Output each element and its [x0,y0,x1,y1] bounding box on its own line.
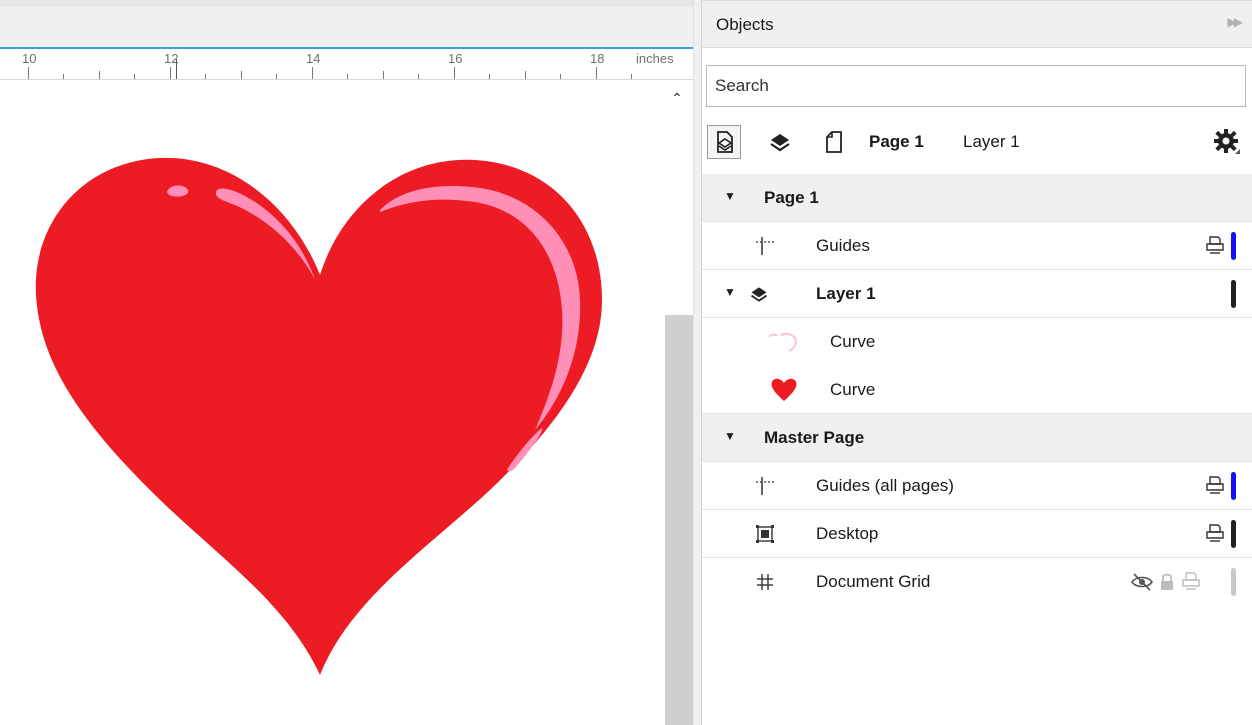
ruler-tick [63,74,64,79]
expand-panel-icon[interactable]: ▶▶ [1228,15,1244,29]
ruler-header [0,7,693,49]
tree-item-label: Curve [830,380,876,399]
guides-icon [752,233,778,259]
ruler-tick [170,67,171,79]
tree-item-guides[interactable]: Guides [702,222,1252,270]
current-layer-label: Layer 1 [963,132,1020,151]
options-button[interactable] [1210,125,1244,159]
ruler-tick [28,67,29,79]
cursor-marker [176,59,177,79]
printer-icon[interactable] [1204,234,1226,256]
ruler-label: 18 [590,51,605,66]
page-layers-icon [717,131,733,153]
canvas-top-strip [0,0,693,7]
tree-item-document-grid[interactable]: Document Grid [702,558,1252,606]
ruler-tick [134,74,135,79]
color-indicator [1231,232,1236,260]
ruler-label: 14 [306,51,321,66]
lock-icon[interactable] [1158,571,1176,593]
search-box[interactable] [706,65,1246,107]
ruler-tick [596,67,597,79]
ruler-tick [631,74,632,79]
tree-item-curve[interactable]: Curve [702,366,1252,414]
current-page-label: Page 1 [869,132,924,151]
tree-item-label: Guides [816,236,870,255]
tree-item-guides-all-pages[interactable]: Guides (all pages) [702,462,1252,510]
scroll-up-button[interactable]: ⌃ [667,88,687,108]
ruler-tick [347,74,348,79]
hidden-eye-icon[interactable] [1130,571,1154,593]
heart-thumbnail-icon [766,377,802,403]
collapse-arrow-icon[interactable]: ▼ [724,189,736,203]
guides-icon [752,473,778,499]
ruler-tick [560,74,561,79]
ruler-tick [525,71,526,79]
ruler-tick [489,74,490,79]
ruler-tick [418,74,419,79]
ruler-label: 10 [22,51,37,66]
vertical-scrollbar-thumb[interactable] [665,315,693,725]
object-view-button[interactable] [817,125,851,159]
printer-icon[interactable] [1204,474,1226,496]
grid-icon [752,569,778,595]
layer-view-button[interactable] [763,125,797,159]
drawing-canvas[interactable]: 10 12 14 16 18 inches ⌃ [0,0,693,725]
page-view-button[interactable] [707,125,741,159]
ruler-tick [276,74,277,79]
heart-curve[interactable] [30,150,610,680]
objects-panel: Objects ▶▶ Page 1 Layer 1 [702,0,1252,725]
color-indicator [1231,280,1236,308]
color-indicator [1231,568,1236,596]
tree-item-layer-1[interactable]: ▼ Layer 1 [702,270,1252,318]
tree-item-label: Curve [830,332,876,351]
tree-item-label: Guides (all pages) [816,476,954,495]
tree-master-page[interactable]: ▼ Master Page [702,414,1252,462]
tree-item-label: Page 1 [764,188,819,207]
panel-splitter[interactable] [693,0,702,725]
tree-page-1[interactable]: ▼ Page 1 [702,174,1252,222]
printer-icon[interactable] [1180,570,1202,592]
layers-icon [746,281,772,307]
objects-toolbar: Page 1 Layer 1 [702,117,1252,167]
heart-shape[interactable] [35,157,602,675]
desktop-icon [752,521,778,547]
page-icon [826,131,842,153]
collapse-arrow-icon[interactable]: ▼ [724,285,736,299]
tree-item-label: Master Page [764,428,865,447]
tree-item-label: Desktop [816,524,879,543]
object-tree: ▼ Page 1 Guides ▼ Layer 1 Curve Curve ▼ … [702,174,1252,606]
objects-panel-header: Objects ▶▶ [702,0,1252,48]
panel-title: Objects [716,15,774,34]
ruler-tick [205,74,206,79]
tree-item-label: Layer 1 [816,284,876,303]
horizontal-ruler[interactable]: 10 12 14 16 18 inches [0,49,693,80]
ruler-label: 16 [448,51,463,66]
tree-item-curve[interactable]: Curve [702,318,1252,366]
tree-item-label: Document Grid [816,572,931,591]
printer-icon[interactable] [1204,522,1226,544]
tree-item-desktop[interactable]: Desktop [702,510,1252,558]
collapse-arrow-icon[interactable]: ▼ [724,429,736,443]
ruler-tick [383,71,384,79]
search-input[interactable] [707,66,1245,106]
layers-icon [770,134,790,152]
ruler-tick [241,71,242,79]
ruler-tick [454,67,455,79]
curve-thumbnail-icon [766,329,802,355]
ruler-tick [99,71,100,79]
ruler-tick [312,67,313,79]
color-indicator [1231,520,1236,548]
ruler-units: inches [636,51,674,66]
gear-icon [1214,129,1240,154]
color-indicator [1231,472,1236,500]
